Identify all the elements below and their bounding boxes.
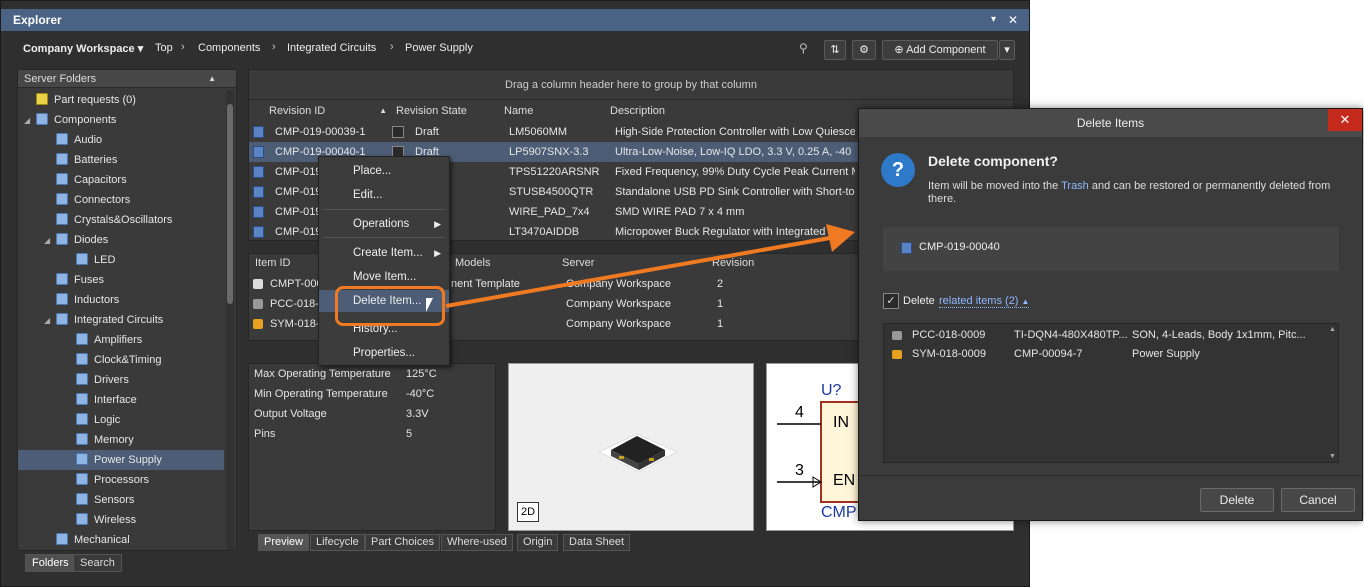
annotation-arrow [445,224,855,308]
mouse-cursor-icon [426,298,440,312]
